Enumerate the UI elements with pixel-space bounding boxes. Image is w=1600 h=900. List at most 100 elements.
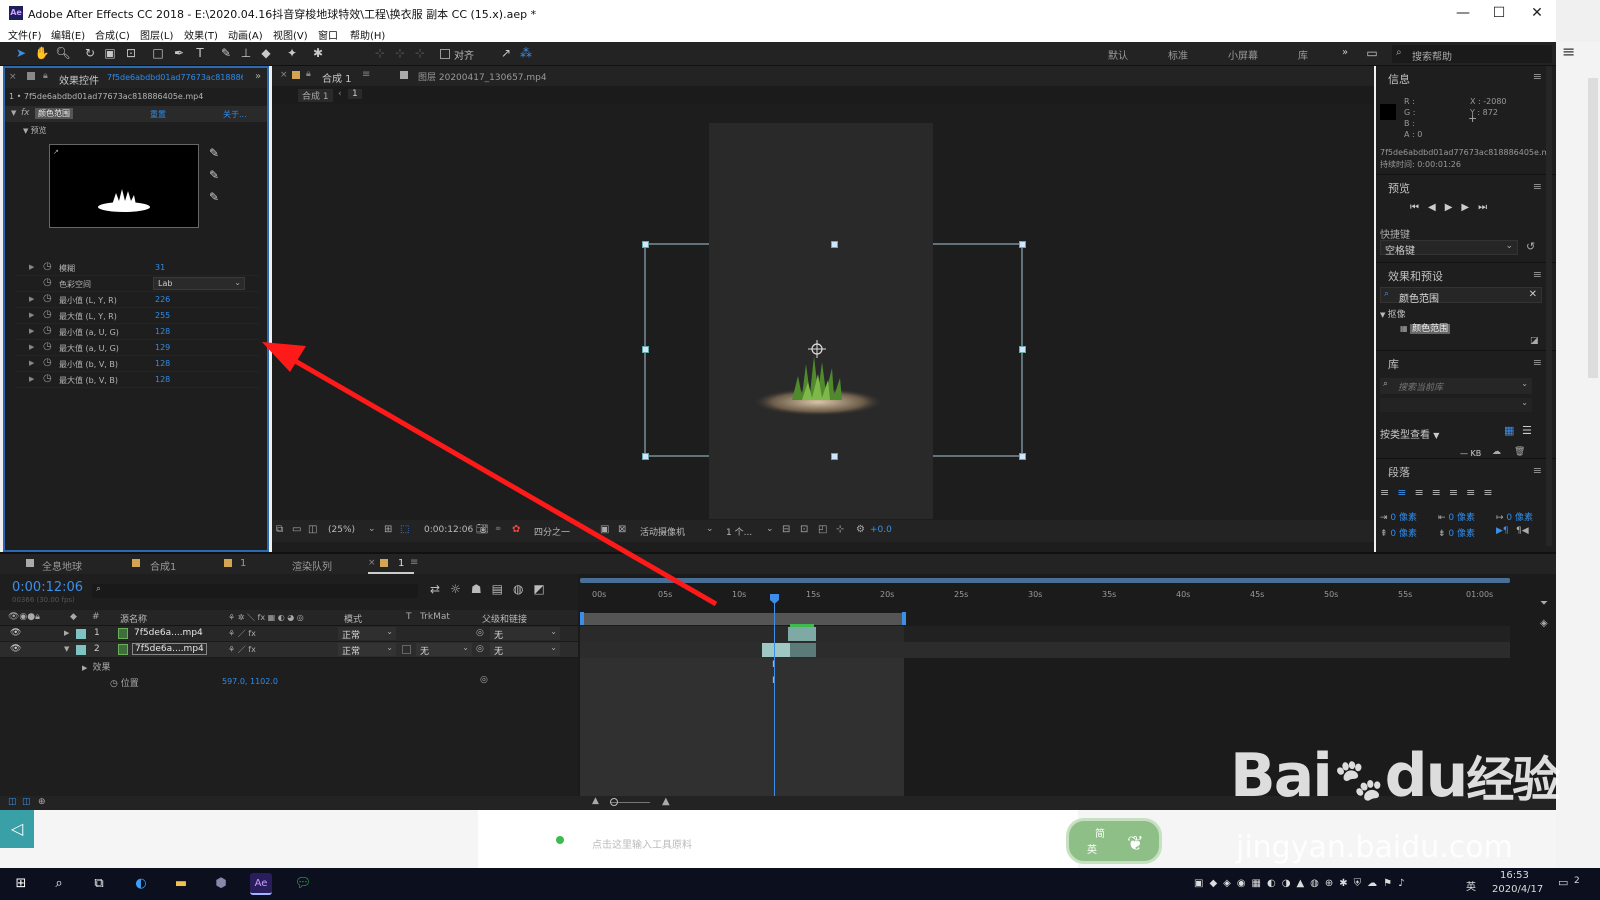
flowchart-icon[interactable]: ⊹ [836,524,844,535]
hand-tool-icon[interactable]: ✋ [34,45,50,61]
space-after[interactable]: ⇟ 0 像素 [1438,526,1475,539]
transform-handle[interactable] [831,453,838,460]
transparency-grid-icon[interactable]: ⊠ [618,524,626,535]
shy-icon[interactable]: ☗ [471,582,492,596]
justify-left-icon[interactable]: ≡ [1432,486,1449,499]
transform-handle[interactable] [642,241,649,248]
menu-layer[interactable]: 图层(L) [140,27,173,42]
camera-dropdown[interactable]: 活动摄像机 [640,525,685,538]
align-right-icon[interactable]: ≡ [1414,486,1431,499]
show-snapshot-icon[interactable]: ⚭ [494,524,502,535]
grid-view-icon[interactable]: ▦ [1504,424,1514,437]
menu-file[interactable]: 文件(F) [8,27,42,42]
stopwatch-icon[interactable]: ◷ [43,357,52,368]
workspace-default[interactable]: 默认 [1108,47,1128,62]
snapshot-icon[interactable]: 📷︎ [476,524,489,535]
panel-lock-icon[interactable] [27,72,35,80]
fx-icon[interactable]: fx [21,108,30,118]
layer-row[interactable]: 👁︎ ▶ 1 7f5de6a....mp4 ⚘ ／ fx 正常 ⌄ ◎ 无 ⌄ [0,626,578,642]
shortcut-dropdown[interactable]: 空格键 ⌄ [1380,240,1518,257]
zoom-dropdown[interactable]: (25%) [328,525,355,535]
collapse-icon[interactable]: ▼ [11,109,16,117]
pickwhip-icon[interactable]: ◎ [476,628,484,638]
layer-switch-icons[interactable]: ⚘ ／ fx [228,644,256,655]
av-switches-icon[interactable]: 👁︎◉●🔒︎ [8,612,40,622]
preserve-transparency-checkbox[interactable] [402,645,411,654]
always-preview-icon[interactable]: ⧉ [276,524,283,535]
views-dropdown[interactable]: 1 个... [726,525,752,538]
visibility-eye-icon[interactable]: 👁︎ [10,644,21,654]
browser-icon[interactable]: ◐ [130,873,152,895]
menu-animation[interactable]: 动画(A) [228,27,263,42]
comp-flowchart-icon[interactable]: ⇄ [430,582,450,596]
menu-composition[interactable]: 合成(C) [95,27,130,42]
transfer-controls-toggle-icon[interactable]: ◫ [22,797,31,807]
puppet-tool-icon[interactable]: ✱ [310,45,326,61]
column-trkmat[interactable]: TrkMat [420,612,450,622]
exposure-icon[interactable]: ⚙ [856,524,865,535]
menu-help[interactable]: 帮助(H) [350,27,385,42]
zoom-out-icon[interactable]: ▲ [592,796,599,806]
collapse-sidebar-icon[interactable]: ◁ [0,810,34,848]
color-space-dropdown[interactable]: Lab ⌄ [153,277,245,290]
close-tab-icon[interactable]: × [368,558,376,568]
layer-switches-toggle-icon[interactable]: ◫ [8,797,17,807]
stopwatch-icon[interactable]: ◷ [110,679,118,689]
stamp-tool-icon[interactable]: ⊥ [238,45,254,61]
stopwatch-icon[interactable]: ◷ [43,373,52,384]
align-checkbox[interactable] [440,49,450,59]
stopwatch-icon[interactable]: ◷ [43,261,52,272]
label-color-swatch[interactable] [76,645,86,655]
expand-icon[interactable]: ▶ [29,343,34,351]
justify-all-icon[interactable]: ≡ [1483,486,1500,499]
timeline-tab-render-queue[interactable]: 渲染队列 [292,558,332,573]
eyedropper-minus-icon[interactable]: ✎ [209,190,219,204]
rectangle-tool-icon[interactable]: □ [150,45,166,61]
comp-button-icon[interactable]: ⏷ [1540,598,1552,610]
label-color-swatch[interactable] [76,629,86,639]
current-time[interactable]: 0:00:12:06 [424,525,473,535]
frame-blend-icon[interactable]: ▤ [492,582,513,596]
reset-link[interactable]: 重置 [150,109,166,120]
toggle-pixel-icon[interactable]: ⊟ [782,524,790,535]
work-area-start-handle[interactable] [580,612,584,625]
world-axis-icon[interactable]: ⊹ [392,45,408,61]
panel-menu-icon[interactable]: ≡ [1533,180,1542,193]
workspace-more[interactable]: » [1342,47,1348,58]
panel-menu-icon[interactable]: ≡ [1533,356,1542,369]
indent-first[interactable]: ↦ 0 像素 [1496,510,1533,523]
property-value[interactable]: 31 [155,263,165,272]
pickwhip-icon[interactable]: ◎ [476,644,484,654]
work-area-end-handle[interactable] [902,612,906,625]
hamburger-icon[interactable]: ≡ [1562,42,1590,61]
panel-menu-icon[interactable]: ≡ [1533,70,1542,83]
about-link[interactable]: 关于... [223,109,247,120]
layer-bar[interactable] [788,627,816,641]
label-icon[interactable]: ◆ [70,612,77,622]
fit-icon[interactable]: ⊞ [384,524,392,535]
align-center-icon[interactable]: ≡ [1397,486,1414,499]
zoom-slider-handle[interactable] [610,798,618,806]
pan-behind-tool-icon[interactable]: ⊡ [123,45,139,61]
expand-icon[interactable]: ▶ [29,359,34,367]
effect-controls-tab-label[interactable]: 效果控件 [59,72,99,87]
clear-search-icon[interactable]: ✕ [1529,289,1537,300]
lock-icon[interactable]: 🔒︎ [43,71,48,81]
workspace-menu-icon[interactable]: ▭ [1364,45,1380,61]
effect-controls-tab-file[interactable]: 7f5de6abdbd01ad77673ac818886405e.mp4 [107,73,243,82]
visibility-eye-icon[interactable]: 👁︎ [10,628,21,638]
previous-frame-icon[interactable]: ◀ [1428,202,1445,213]
tab-menu-icon[interactable]: ≡ [410,557,418,568]
snap-icon[interactable]: ↗ [498,45,514,61]
timeline-tab-holo-earth[interactable]: 全息地球 [42,558,82,573]
reset-shortcut-icon[interactable]: ↺ [1526,240,1535,253]
resolution-dropdown[interactable]: 四分之一 [534,525,570,538]
first-frame-icon[interactable]: ⏮ [1410,202,1428,213]
expand-icon[interactable]: ▶ [64,629,69,637]
notification-icon[interactable]: ▭ [1558,876,1568,889]
selection-tool-icon[interactable]: ➤ [13,45,29,61]
effects-category[interactable]: ▼ 抠像 [1380,307,1406,320]
property-value[interactable]: 128 [155,327,170,336]
file-explorer-icon[interactable]: ▬ [170,873,192,895]
transform-handle[interactable] [1019,241,1026,248]
